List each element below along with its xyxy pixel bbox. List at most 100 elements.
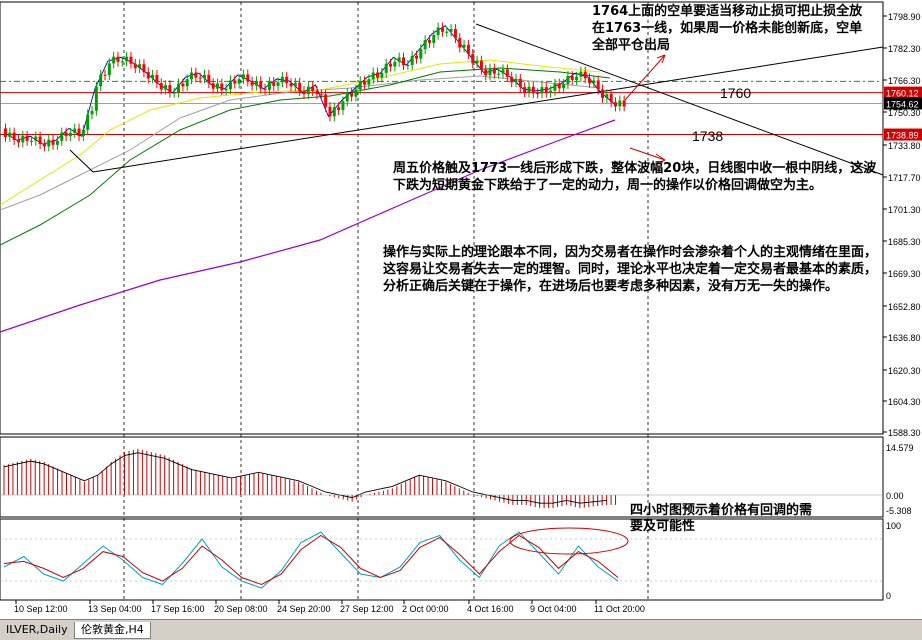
candle-body <box>544 87 548 93</box>
price-tick-label: 1701.30 <box>888 205 921 215</box>
annotation-middle: 周五价格触及1773一线后形成下跌，整体波幅20块，日线图中收一根中阴线，这波下… <box>393 161 877 193</box>
candle-body <box>449 29 453 32</box>
price-tick-label: 1750.30 <box>888 108 921 118</box>
candle-body <box>142 64 146 73</box>
macd-histogram <box>0 448 883 509</box>
candle-body <box>614 102 617 107</box>
candle-body <box>103 74 107 76</box>
candle-body <box>259 81 263 89</box>
candle-body <box>549 90 553 93</box>
stoch-main-line <box>3 531 619 589</box>
candle-body <box>453 29 457 39</box>
stoch-signal-line <box>3 534 619 586</box>
price-tick-label: 1782.30 <box>888 44 921 54</box>
candle-body <box>25 135 29 141</box>
candle-body <box>471 53 475 64</box>
candle-body <box>350 93 354 97</box>
candle-body <box>263 88 267 90</box>
candle-body <box>575 76 579 80</box>
candle-body <box>151 74 155 79</box>
candle-body <box>311 86 315 92</box>
price-tick-label: 1604.30 <box>888 397 921 407</box>
candle-body <box>107 63 111 76</box>
arrow-down <box>629 147 666 161</box>
candle-body <box>354 89 358 97</box>
candle-body <box>120 61 124 63</box>
tab-silver-daily[interactable]: ILVER,Daily <box>0 622 74 638</box>
candle-body <box>233 80 237 84</box>
price-tick-label: 1798.90 <box>888 12 921 22</box>
candle-body <box>211 83 215 89</box>
candle-body <box>432 34 436 43</box>
macd-tick-label: -5.308 <box>886 506 912 516</box>
candle-body <box>293 82 297 87</box>
candle-body <box>562 83 566 89</box>
candle-body <box>337 107 341 111</box>
candle-body <box>393 61 397 67</box>
candle-body <box>194 72 198 78</box>
candle-body <box>215 83 219 89</box>
price-levels: 1760 1738 <box>0 80 883 144</box>
candle-body <box>488 68 492 76</box>
candle-body <box>38 136 42 144</box>
candle-body <box>289 83 293 87</box>
candle-body <box>566 76 570 84</box>
candle-body <box>77 128 81 137</box>
candle-body <box>159 83 163 90</box>
price-tick-label: 1766.30 <box>888 76 921 86</box>
candle-body <box>246 74 250 82</box>
level-annotation-1760: 1760 <box>720 85 751 101</box>
time-tick-label: 27 Sep 12:00 <box>340 604 394 614</box>
candle-body <box>81 129 85 137</box>
candle-body <box>384 63 388 73</box>
time-tick-label: 4 Oct 16:00 <box>467 604 514 614</box>
macd-tick-label: 14.579 <box>886 443 914 453</box>
candle-body <box>618 100 622 107</box>
candle-body <box>47 139 51 147</box>
candle-body <box>198 77 202 79</box>
candle-body <box>462 44 466 48</box>
candle-body <box>267 81 271 90</box>
candle-body <box>181 83 185 87</box>
candle-body <box>99 74 103 87</box>
candle-body <box>419 49 423 59</box>
macd-signal-line <box>3 452 607 504</box>
candle-body <box>501 69 505 74</box>
candle-body <box>228 80 232 90</box>
candle-body <box>168 85 172 93</box>
candle-body <box>185 79 189 87</box>
candle-body <box>389 63 393 67</box>
level-annotation-1738: 1738 <box>692 128 723 144</box>
time-axis: 10 Sep 12:00 13 Sep 04:00 17 Sep 16:00 20 S… <box>14 600 645 614</box>
candle-body <box>440 27 444 32</box>
candle-body <box>497 73 501 75</box>
tab-london-gold-h4[interactable]: 伦敦黄金,H4 <box>74 622 151 639</box>
candle-body <box>553 83 557 91</box>
candle-body <box>622 100 626 107</box>
price-panel-frame <box>0 1 884 435</box>
candle-body <box>579 71 583 77</box>
candle-body <box>371 72 375 80</box>
stochastic-lines <box>0 527 883 589</box>
candle-body <box>164 85 168 90</box>
candle-body <box>592 80 596 84</box>
candle-body <box>397 57 401 62</box>
candle-body <box>8 132 12 137</box>
candle-body <box>241 74 245 80</box>
candle-body <box>345 93 349 102</box>
ma-green <box>0 67 611 246</box>
candle-body <box>531 86 535 94</box>
candle-body <box>367 79 371 85</box>
candle-body <box>315 91 319 95</box>
candle-body <box>302 91 306 95</box>
candle-body <box>237 79 241 84</box>
candle-body <box>254 81 258 86</box>
candle-body <box>203 74 207 79</box>
candle-body <box>155 74 159 84</box>
candle-body <box>21 135 25 143</box>
candle-body <box>492 68 496 74</box>
candle-body <box>466 44 470 54</box>
candlesticks <box>4 22 626 152</box>
price-tick-label: 1636.80 <box>888 333 921 343</box>
candle-body <box>523 87 527 93</box>
